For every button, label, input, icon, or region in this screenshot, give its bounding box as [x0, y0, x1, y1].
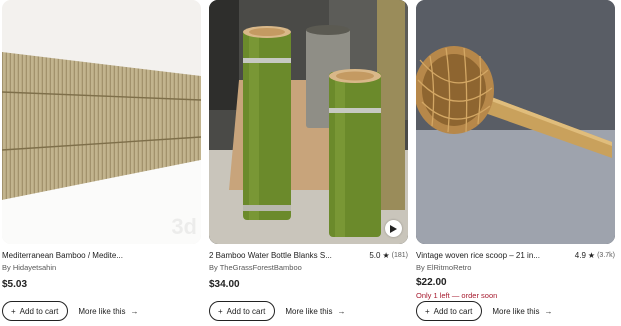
bamboo-fence-image	[2, 0, 201, 244]
star-icon: ★	[382, 251, 390, 260]
rating: 4.9 ★ (3.7k)	[575, 251, 615, 260]
card-actions: + Add to cart More like this →	[2, 301, 138, 321]
add-to-cart-button[interactable]: + Add to cart	[209, 301, 276, 321]
card-actions: + Add to cart More like this →	[416, 301, 552, 321]
seller-name[interactable]: By ElRitmoRetro	[416, 263, 615, 274]
more-like-this-label: More like this	[285, 306, 333, 316]
rating-count: (3.7k)	[597, 252, 615, 259]
star-icon: ★	[587, 251, 596, 260]
listing-card-1[interactable]: 3d Mediterranean Bamboo / Medite... By H…	[2, 0, 201, 321]
listing-title[interactable]: Mediterranean Bamboo / Medite...	[2, 251, 123, 260]
plus-icon: +	[11, 306, 16, 316]
arrow-right-icon: →	[130, 306, 139, 316]
more-like-this-label: More like this	[492, 306, 540, 316]
price: $5.03	[2, 279, 28, 290]
plus-icon: +	[218, 306, 223, 316]
seller-name[interactable]: By TheGrassForestBamboo	[209, 263, 408, 274]
listing-card-2[interactable]: 2 Bamboo Water Bottle Blanks S... 5.0 ★ …	[209, 0, 408, 321]
arrow-right-icon: →	[337, 306, 346, 316]
bamboo-bottles-image	[209, 0, 408, 244]
stock-warning: Only 1 left — order soon	[416, 291, 498, 300]
rating-count: (181)	[391, 252, 408, 259]
more-like-this-label: More like this	[78, 306, 126, 316]
seller-name[interactable]: By Hidayetsahin	[2, 263, 201, 274]
watermark-3d: 3d	[171, 214, 197, 239]
price: $34.00	[209, 279, 240, 290]
listing-image-3[interactable]	[416, 0, 615, 244]
add-to-cart-label: Add to cart	[19, 306, 59, 316]
listing-title[interactable]: Vintage woven rice scoop – 21 in...	[416, 251, 540, 260]
rating-value: 4.9	[574, 251, 586, 260]
play-icon	[390, 224, 397, 233]
add-to-cart-label: Add to cart	[226, 306, 266, 316]
price: $22.00	[416, 277, 447, 288]
rating-value: 5.0	[369, 251, 381, 260]
listing-image-2[interactable]	[209, 0, 408, 244]
listing-card-3[interactable]: Vintage woven rice scoop – 21 in... 4.9 …	[416, 0, 615, 321]
listing-image-1[interactable]: 3d	[2, 0, 201, 244]
arrow-right-icon: →	[544, 306, 553, 316]
more-like-this-link[interactable]: More like this →	[285, 307, 345, 316]
rice-scoop-image	[416, 0, 615, 244]
add-to-cart-button[interactable]: + Add to cart	[416, 301, 483, 321]
more-like-this-link[interactable]: More like this →	[78, 307, 138, 316]
card-actions: + Add to cart More like this →	[209, 301, 345, 321]
add-to-cart-label: Add to cart	[433, 306, 473, 316]
rating: 5.0 ★ (181)	[369, 251, 408, 260]
more-like-this-link[interactable]: More like this →	[492, 307, 552, 316]
listing-title[interactable]: 2 Bamboo Water Bottle Blanks S...	[209, 251, 332, 260]
add-to-cart-button[interactable]: + Add to cart	[2, 301, 69, 321]
play-video-button[interactable]	[385, 220, 402, 237]
plus-icon: +	[425, 306, 430, 316]
